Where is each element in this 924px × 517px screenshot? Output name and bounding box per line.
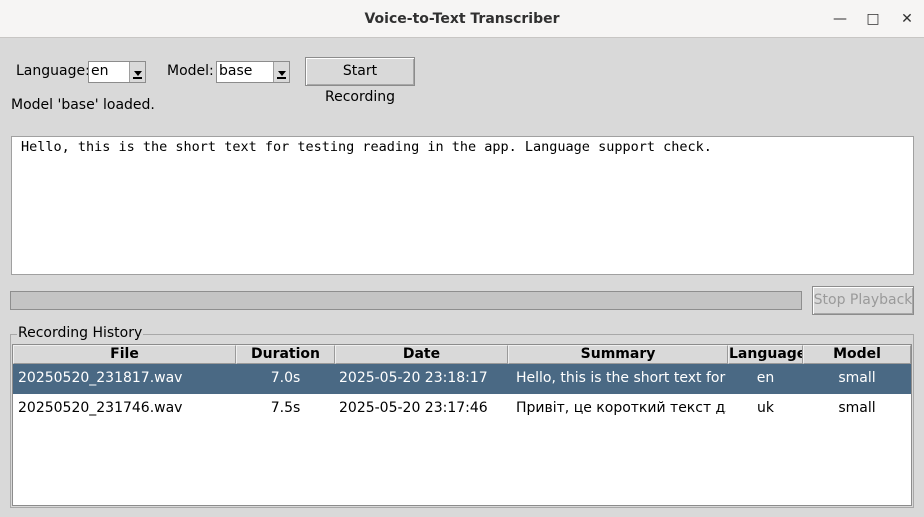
cell-file: 20250520_231817.wav (18, 370, 183, 386)
column-header-summary[interactable]: Summary (508, 345, 728, 364)
table-row[interactable]: 20250520_231817.wav 7.0s 2025-05-20 23:1… (13, 364, 911, 394)
maximize-icon[interactable]: □ (863, 9, 883, 29)
model-select[interactable]: base (216, 61, 290, 83)
window-title: Voice-to-Text Transcriber (364, 11, 560, 27)
cell-model: small (838, 400, 876, 416)
chevron-down-icon[interactable] (273, 62, 289, 82)
title-bar: Voice-to-Text Transcriber — □ ✕ (0, 0, 924, 38)
close-icon[interactable]: ✕ (897, 9, 917, 29)
transcript-textarea[interactable]: Hello, this is the short text for testin… (11, 136, 914, 275)
status-text: Model 'base' loaded. (11, 97, 155, 113)
cell-file: 20250520_231746.wav (18, 400, 183, 416)
table-header: File Duration Date Summary Language Mode… (13, 345, 911, 364)
table-row[interactable]: 20250520_231746.wav 7.5s 2025-05-20 23:1… (13, 394, 911, 424)
cell-duration: 7.5s (270, 400, 301, 416)
history-label: Recording History (17, 325, 144, 341)
start-recording-button[interactable]: Start Recording (305, 57, 415, 105)
cell-date: 2025-05-20 23:17:46 (339, 400, 488, 416)
cell-summary: Привіт, це короткий текст дл (516, 400, 726, 416)
cell-model: small (838, 370, 876, 386)
stop-playback-button[interactable]: Stop Playback (812, 286, 914, 315)
language-label: Language: (16, 63, 90, 79)
column-header-language[interactable]: Language (728, 345, 803, 364)
cell-date: 2025-05-20 23:18:17 (339, 370, 488, 386)
model-value: base (219, 63, 253, 79)
history-table[interactable]: File Duration Date Summary Language Mode… (12, 344, 912, 506)
cell-language: en (756, 370, 775, 386)
cell-summary: Hello, this is the short text for te (516, 370, 726, 386)
cell-language: uk (757, 400, 774, 416)
column-header-model[interactable]: Model (803, 345, 911, 364)
minimize-icon[interactable]: — (830, 9, 850, 29)
model-label: Model: (167, 63, 214, 79)
chevron-down-icon[interactable] (129, 62, 145, 82)
column-header-duration[interactable]: Duration (236, 345, 335, 364)
language-value: en (91, 63, 109, 79)
column-header-file[interactable]: File (13, 345, 236, 364)
column-header-date[interactable]: Date (335, 345, 508, 364)
language-select[interactable]: en (88, 61, 146, 83)
playback-progress-bar (10, 291, 802, 310)
cell-duration: 7.0s (270, 370, 301, 386)
transcript-text: Hello, this is the short text for testin… (21, 139, 712, 155)
